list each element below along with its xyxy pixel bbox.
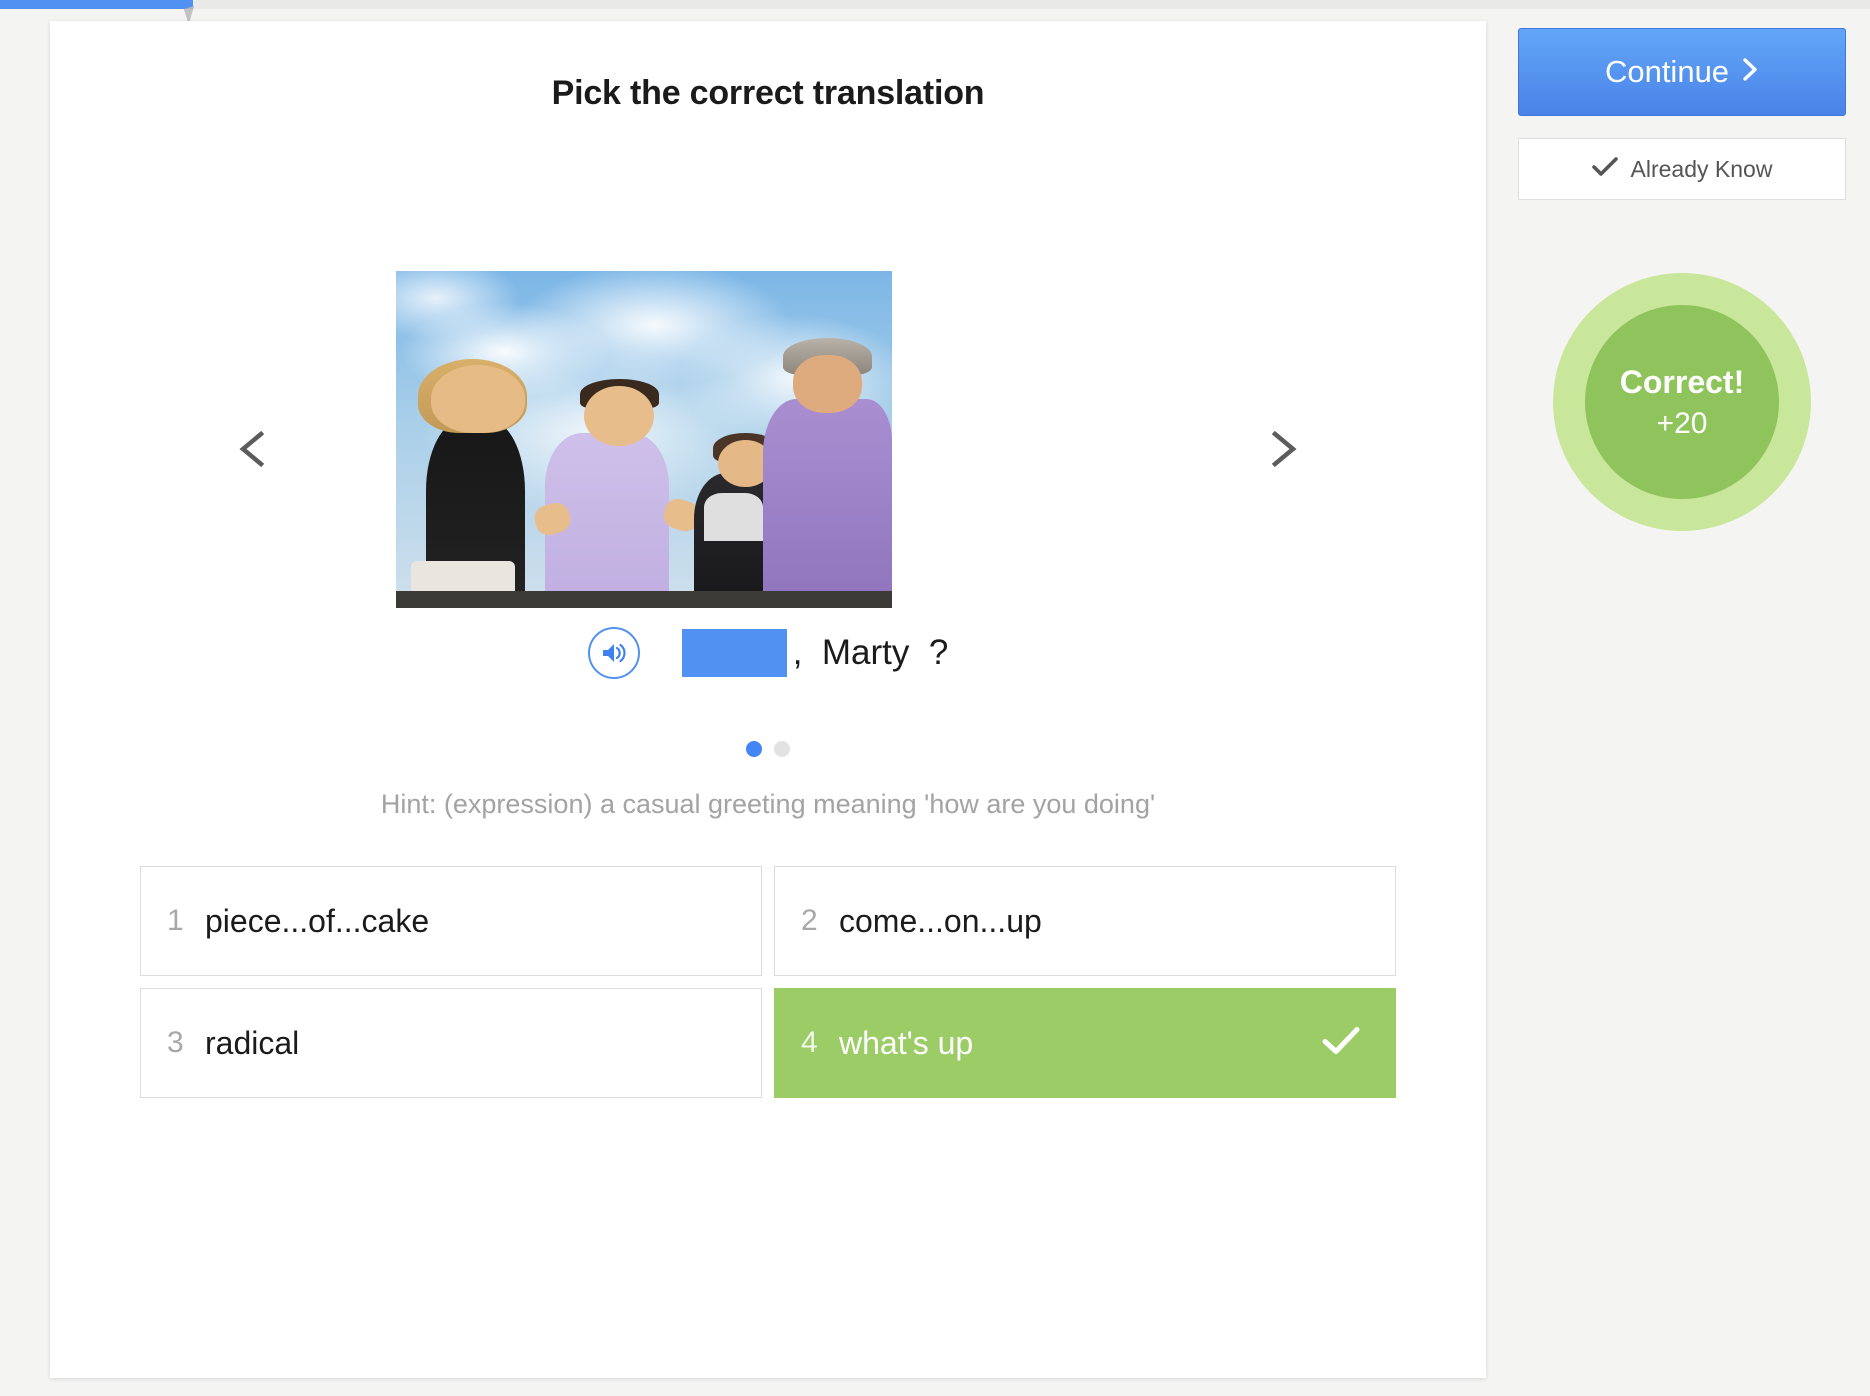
continue-button-label: Continue <box>1604 54 1730 89</box>
option-label: radical <box>205 1024 300 1061</box>
answer-blank <box>681 629 787 677</box>
sentence-text: , Marty ? <box>792 633 949 672</box>
ground-strip <box>396 591 892 608</box>
option-label: piece...of...cake <box>205 902 430 939</box>
check-icon <box>1321 1025 1361 1062</box>
media-carousel <box>50 155 1486 608</box>
person-figure <box>792 355 863 413</box>
chevron-left-icon[interactable] <box>232 427 276 471</box>
answer-option-2[interactable]: 2 come...on...up <box>774 866 1396 976</box>
carousel-dot-2[interactable] <box>774 741 790 757</box>
carousel-dot-1[interactable] <box>746 741 762 757</box>
speaker-icon[interactable] <box>587 627 640 679</box>
option-number: 4 <box>801 1026 818 1059</box>
score-badge-ring: Correct! +20 <box>1553 273 1811 531</box>
chevron-right-icon <box>1742 54 1759 90</box>
lesson-progress-bar <box>0 0 1870 9</box>
score-badge: Correct! +20 <box>1518 273 1846 531</box>
sentence-row: , Marty ? <box>50 627 1486 679</box>
option-number: 2 <box>801 904 818 937</box>
carousel-dots <box>50 741 1486 757</box>
check-icon <box>1591 156 1618 183</box>
chevron-right-icon[interactable] <box>1260 427 1304 471</box>
already-know-label: Already Know <box>1630 155 1773 182</box>
option-label: what's up <box>839 1024 974 1061</box>
lesson-progress-fill <box>0 0 193 9</box>
right-rail: Continue Already Know Correct! +20 <box>1518 28 1846 531</box>
already-know-button[interactable]: Already Know <box>1518 138 1846 200</box>
option-label: come...on...up <box>839 902 1042 939</box>
exercise-card: Pick the correct translation , Marty ? H… <box>50 21 1486 1378</box>
person-figure <box>703 493 764 541</box>
app-root: Pick the correct translation , Marty ? H… <box>0 0 1870 1396</box>
option-number: 3 <box>167 1026 184 1059</box>
score-points: +20 <box>1656 406 1708 440</box>
score-badge-core: Correct! +20 <box>1585 305 1779 499</box>
page-title: Pick the correct translation <box>551 74 985 112</box>
person-figure <box>430 365 525 433</box>
hint-text: Hint: (expression) a casual greeting mea… <box>380 789 1156 819</box>
answer-options: 1 piece...of...cake 2 come...on...up 3 r… <box>50 866 1486 1098</box>
score-title: Correct! <box>1619 363 1745 400</box>
person-figure <box>763 399 892 608</box>
answer-option-4[interactable]: 4 what's up <box>774 988 1396 1098</box>
exercise-image <box>396 271 892 608</box>
answer-option-3[interactable]: 3 radical <box>140 988 762 1098</box>
person-figure <box>584 385 654 447</box>
continue-button[interactable]: Continue <box>1518 28 1846 116</box>
answer-option-1[interactable]: 1 piece...of...cake <box>140 866 762 976</box>
option-number: 1 <box>167 904 184 937</box>
